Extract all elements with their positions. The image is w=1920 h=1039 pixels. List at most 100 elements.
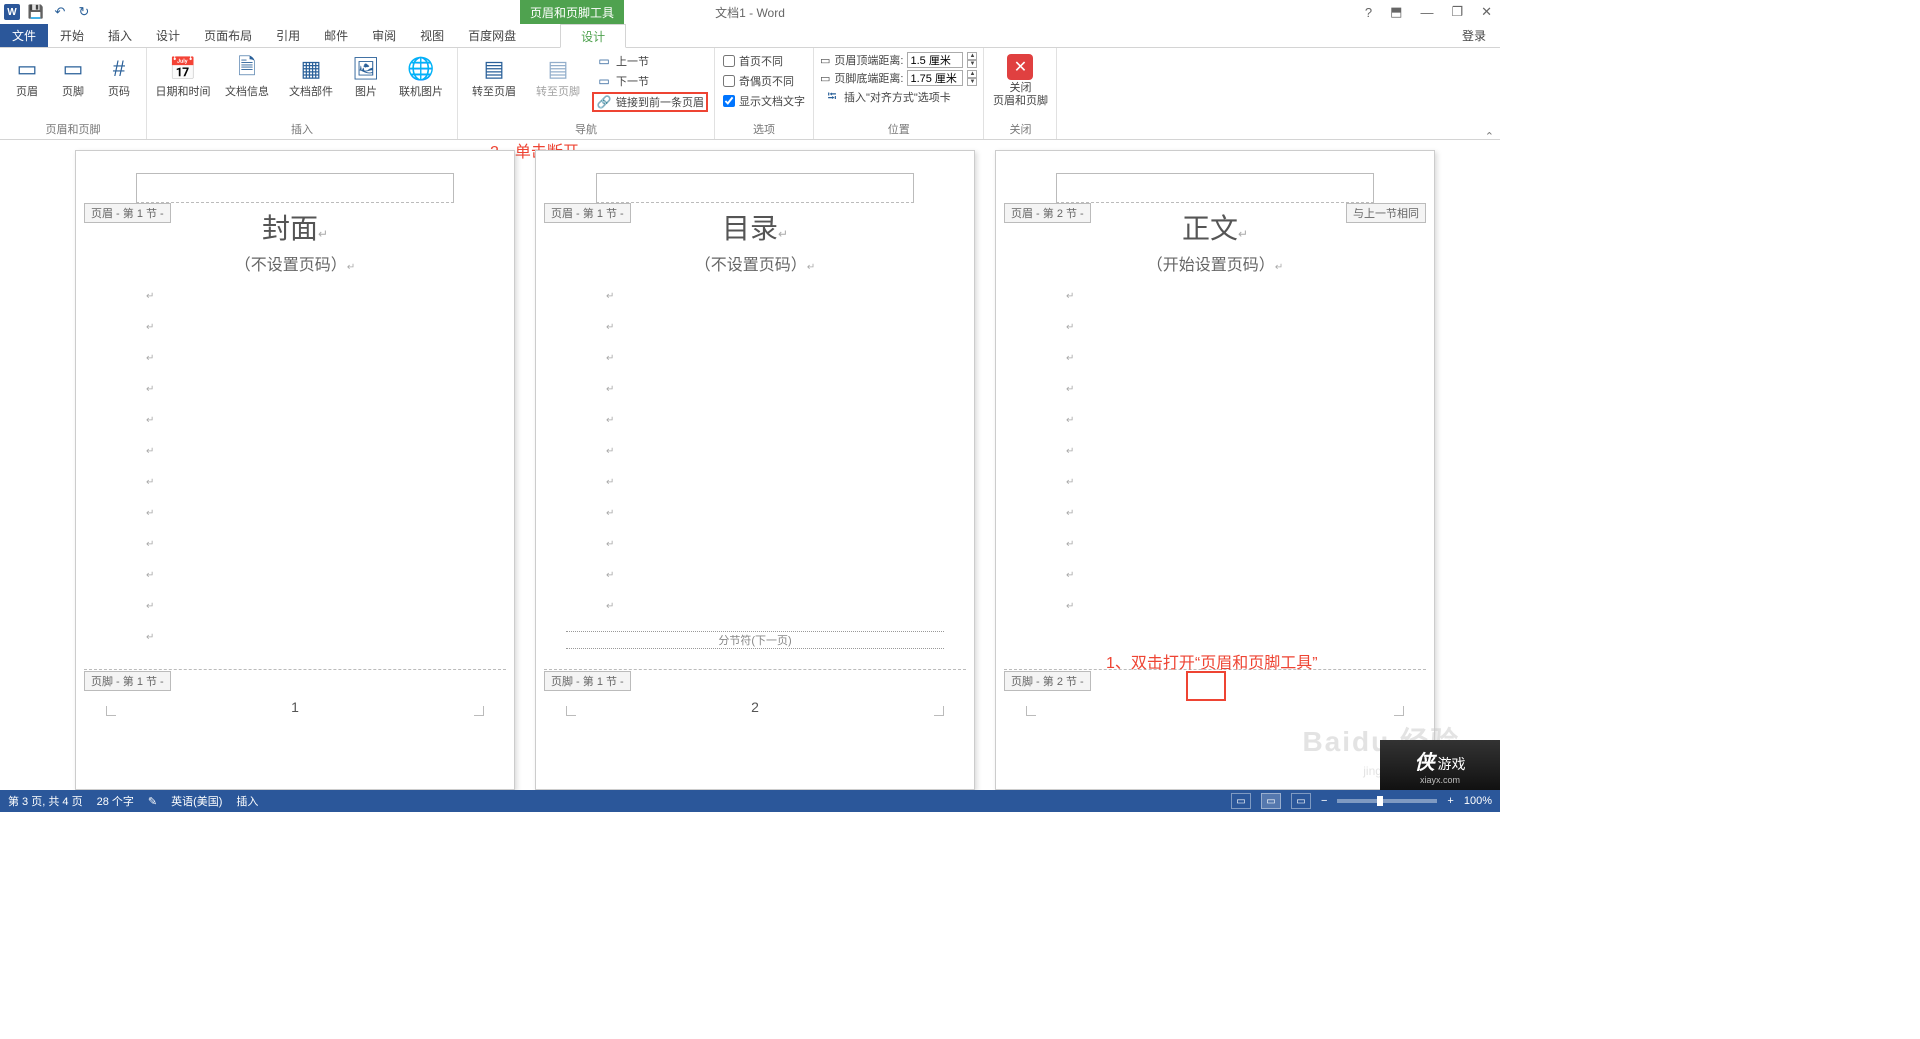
header-button[interactable]: ▭页眉	[6, 52, 48, 101]
status-mode[interactable]: 插入	[236, 793, 258, 809]
footer-icon: ▭	[58, 54, 88, 84]
zoom-out-icon[interactable]: −	[1321, 795, 1327, 807]
doc-parts-icon: ▦	[296, 54, 326, 84]
document-area[interactable]: 2、单击断开 页眉 - 第 1 节 - 封面↵ （不设置页码）↵ ↵↵↵↵↵↵↵…	[0, 140, 1500, 790]
footer-tag: 页脚 - 第 1 节 -	[544, 671, 631, 691]
footer-bottom-input[interactable]	[907, 70, 963, 86]
close-window-icon[interactable]: ✕	[1477, 4, 1496, 20]
link-icon: 🔗	[596, 94, 612, 110]
tab-baidu[interactable]: 百度网盘	[456, 24, 528, 47]
next-section-button[interactable]: ▭下一节	[592, 72, 708, 90]
diff-first-checkbox[interactable]: 首页不同	[721, 52, 807, 70]
page-2[interactable]: 页眉 - 第 1 节 - 目录↵ （不设置页码）↵ ↵↵↵↵↵↵↵↵↵↵↵ 分节…	[535, 150, 975, 790]
prev-icon: ▭	[596, 53, 612, 69]
group-label-nav: 导航	[464, 121, 708, 139]
annotation-1-box	[1186, 671, 1226, 701]
view-print-icon[interactable]: ▭	[1261, 793, 1281, 809]
tab-review[interactable]: 审阅	[360, 24, 408, 47]
page-subtitle-text: （不设置页码）↵	[536, 251, 974, 275]
header-zone[interactable]	[596, 173, 914, 203]
tab-mailings[interactable]: 邮件	[312, 24, 360, 47]
tab-home[interactable]: 开始	[48, 24, 96, 47]
ribbon: ▭页眉 ▭页脚 #页码 页眉和页脚 📅日期和时间 🗎文档信息 ▦文档部件 🖼图片…	[0, 48, 1500, 140]
date-time-button[interactable]: 📅日期和时间	[153, 52, 213, 101]
header-top-spinner[interactable]: ▭页眉顶端距离:▲▼	[820, 52, 977, 68]
group-label-hf: 页眉和页脚	[6, 121, 140, 139]
insert-align-button[interactable]: ⭾插入"对齐方式"选项卡	[820, 88, 977, 106]
ribbon-tabs: 文件 开始 插入 设计 页面布局 引用 邮件 审阅 视图 百度网盘 设计 登录	[0, 24, 1500, 48]
footer-zone[interactable]	[544, 669, 966, 670]
page-3[interactable]: 页眉 - 第 2 节 - 与上一节相同 正文↵ （开始设置页码）↵ ↵↵↵↵↵↵…	[995, 150, 1435, 790]
doc-info-button[interactable]: 🗎文档信息	[217, 52, 277, 101]
status-bar: 第 3 页, 共 4 页 28 个字 ✎ 英语(美国) 插入 ▭ ▭ ▭ − +…	[0, 790, 1500, 812]
quick-access-toolbar: W 💾 ↶ ↻	[0, 4, 92, 20]
ribbon-options-icon[interactable]: ⬒	[1386, 4, 1406, 20]
footer-bottom-spinner[interactable]: ▭页脚底端距离:▲▼	[820, 70, 977, 86]
header-zone[interactable]	[136, 173, 454, 203]
page-number-icon: #	[104, 54, 134, 84]
tab-design[interactable]: 设计	[144, 24, 192, 47]
document-title: 文档1 - Word	[715, 4, 785, 21]
view-web-icon[interactable]: ▭	[1291, 793, 1311, 809]
page-title-text: 封面↵	[76, 207, 514, 247]
status-lang[interactable]: 英语(美国)	[171, 793, 222, 809]
title-bar: W 💾 ↶ ↻ 页眉和页脚工具 文档1 - Word ? ⬒ — ❐ ✕	[0, 0, 1500, 24]
xia-logo: 侠 游戏 xiayx.com	[1380, 740, 1500, 790]
tab-view[interactable]: 视图	[408, 24, 456, 47]
tab-file[interactable]: 文件	[0, 24, 48, 47]
header-icon: ▭	[12, 54, 42, 84]
goto-header-button[interactable]: ▤转至页眉	[464, 52, 524, 101]
down-icon[interactable]: ▼	[967, 60, 977, 68]
tab-hf-design[interactable]: 设计	[560, 24, 626, 48]
header-top-input[interactable]	[907, 52, 963, 68]
up-icon[interactable]: ▲	[967, 52, 977, 60]
down-icon[interactable]: ▼	[967, 78, 977, 86]
minimize-icon[interactable]: —	[1416, 5, 1437, 20]
align-tab-icon: ⭾	[824, 89, 840, 105]
undo-icon[interactable]: ↶	[52, 4, 68, 20]
paragraph-marks: ↵↵↵↵↵↵↵↵↵↵↵	[606, 291, 614, 612]
close-hf-icon: ✕	[1007, 54, 1033, 80]
zoom-level[interactable]: 100%	[1464, 795, 1492, 807]
link-previous-button[interactable]: 🔗链接到前一条页眉	[592, 92, 708, 112]
paragraph-marks: ↵↵↵↵↵↵↵↵↵↵↵	[1066, 291, 1074, 612]
online-picture-button[interactable]: 🌐联机图片	[391, 52, 451, 101]
status-words[interactable]: 28 个字	[97, 793, 134, 809]
up-icon[interactable]: ▲	[967, 70, 977, 78]
restore-icon[interactable]: ❐	[1447, 4, 1467, 20]
page-number-button[interactable]: #页码	[98, 52, 140, 101]
goto-footer-button[interactable]: ▤转至页脚	[528, 52, 588, 101]
page-1[interactable]: 页眉 - 第 1 节 - 封面↵ （不设置页码）↵ ↵↵↵↵↵↵↵↵↵↵↵↵ 页…	[75, 150, 515, 790]
zoom-in-icon[interactable]: +	[1447, 795, 1453, 807]
prev-section-button[interactable]: ▭上一节	[592, 52, 708, 70]
doc-parts-button[interactable]: ▦文档部件	[281, 52, 341, 101]
group-label-options: 选项	[721, 121, 807, 139]
footer-button[interactable]: ▭页脚	[52, 52, 94, 101]
picture-button[interactable]: 🖼图片	[345, 52, 387, 101]
status-proofing-icon[interactable]: ✎	[148, 795, 157, 808]
show-doc-text-checkbox[interactable]: 显示文档文字	[721, 92, 807, 110]
next-icon: ▭	[596, 73, 612, 89]
save-icon[interactable]: 💾	[28, 4, 44, 20]
tab-references[interactable]: 引用	[264, 24, 312, 47]
header-zone[interactable]	[1056, 173, 1374, 203]
help-icon[interactable]: ?	[1361, 5, 1376, 20]
page-title-text: 正文↵	[996, 207, 1434, 247]
redo-icon[interactable]: ↻	[76, 4, 92, 20]
picture-icon: 🖼	[351, 54, 381, 84]
tab-insert[interactable]: 插入	[96, 24, 144, 47]
group-options: 首页不同 奇偶页不同 显示文档文字 选项	[715, 48, 814, 139]
footer-zone[interactable]	[84, 669, 506, 670]
login-link[interactable]: 登录	[1462, 24, 1500, 47]
group-label-close: 关闭	[990, 121, 1050, 139]
group-nav: ▤转至页眉 ▤转至页脚 ▭上一节 ▭下一节 🔗链接到前一条页眉 导航	[458, 48, 715, 139]
tab-layout[interactable]: 页面布局	[192, 24, 264, 47]
zoom-slider[interactable]	[1337, 799, 1437, 803]
page-subtitle-text: （开始设置页码）↵	[996, 251, 1434, 275]
view-read-icon[interactable]: ▭	[1231, 793, 1251, 809]
section-break: 分节符(下一页)	[566, 631, 944, 649]
close-hf-button[interactable]: ✕关闭页眉和页脚	[990, 52, 1050, 110]
diff-oddeven-checkbox[interactable]: 奇偶页不同	[721, 72, 807, 90]
status-page[interactable]: 第 3 页, 共 4 页	[8, 793, 83, 809]
footer-tag: 页脚 - 第 2 节 -	[1004, 671, 1091, 691]
